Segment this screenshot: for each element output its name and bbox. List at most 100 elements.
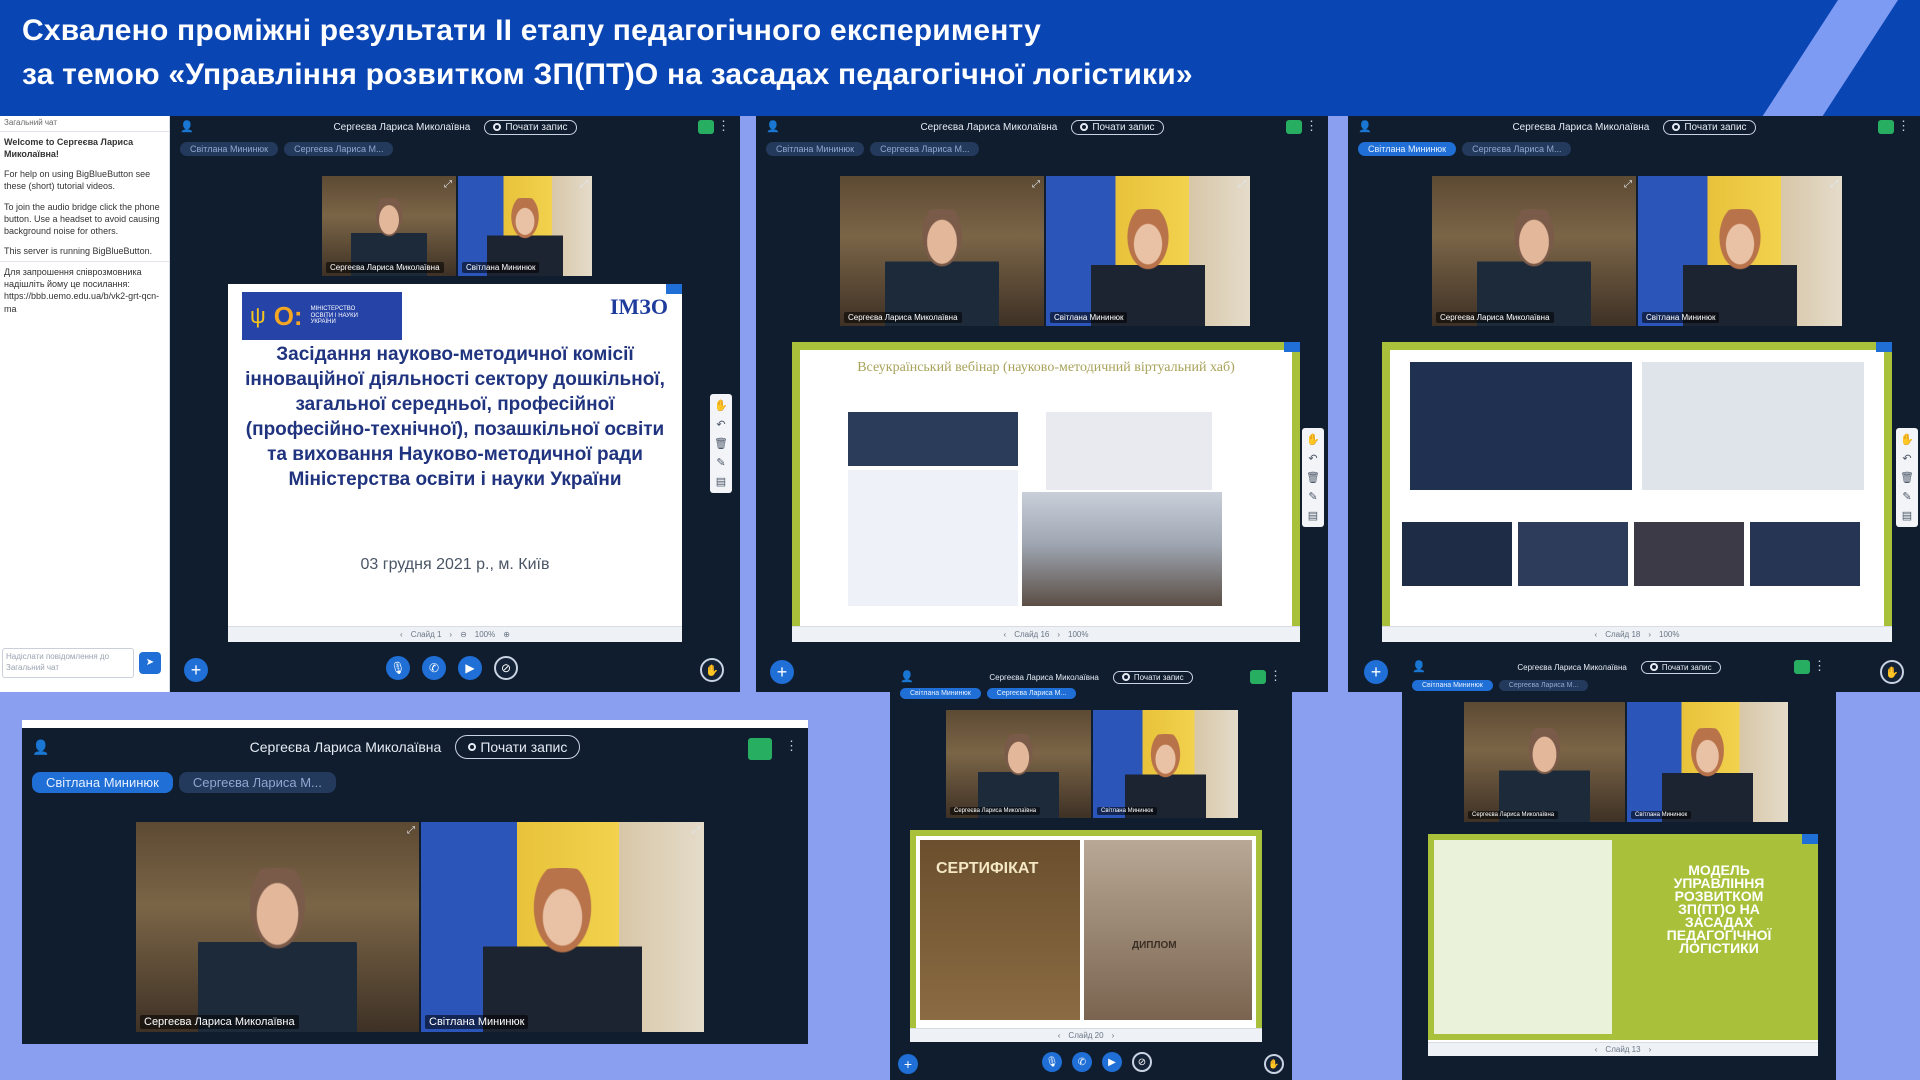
next-slide-button[interactable]: ›: [449, 630, 452, 639]
connection-icon[interactable]: [1250, 670, 1266, 684]
plus-icon[interactable]: +: [1364, 660, 1388, 684]
plus-icon[interactable]: +: [770, 660, 794, 684]
hand-icon[interactable]: ✋: [1264, 1054, 1284, 1074]
zoom-in-button[interactable]: ⊕: [503, 630, 510, 639]
webcam-video[interactable]: Світлана Мининюк: [1093, 710, 1238, 818]
webcam-video[interactable]: Сергеєва Лариса Миколаївна ⤢: [322, 176, 456, 276]
next-slide-button[interactable]: ›: [1057, 630, 1060, 639]
prev-slide-button[interactable]: ‹: [400, 630, 403, 639]
slide-selector[interactable]: Слайд 16: [1014, 630, 1049, 639]
record-button[interactable]: Почати запис: [484, 119, 577, 135]
record-button[interactable]: Почати запис: [1663, 119, 1756, 135]
pencil-icon[interactable]: ✎: [1308, 490, 1317, 503]
kebab-icon[interactable]: ⋮: [717, 118, 730, 134]
hand-icon[interactable]: ✋: [1900, 433, 1914, 446]
slide-selector[interactable]: Слайд 20: [1068, 1031, 1103, 1040]
fullscreen-icon[interactable]: ⤢: [1830, 179, 1838, 190]
prev-slide-button[interactable]: ‹: [1004, 630, 1007, 639]
connection-icon[interactable]: [698, 120, 714, 134]
user-icon[interactable]: 👤: [180, 120, 194, 134]
trash-icon[interactable]: 🗑: [714, 437, 728, 450]
fullscreen-icon[interactable]: ⤢: [692, 825, 700, 836]
webcam-video[interactable]: Сергеєва Лариса Миколаївна: [1464, 702, 1625, 822]
kebab-icon[interactable]: ⋮: [1269, 668, 1282, 684]
trash-icon[interactable]: 🗑: [1306, 471, 1320, 484]
webcam-video[interactable]: Сергеєва Лариса Миколаївна: [946, 710, 1091, 818]
user-icon[interactable]: 👤: [766, 120, 780, 134]
undo-icon[interactable]: ↶: [1902, 452, 1911, 465]
webcam-video[interactable]: Світлана Мининюк: [1627, 702, 1788, 822]
conference-window-1: 👤 Сергеєва Лариса Миколаївна Почати запи…: [170, 116, 740, 692]
kebab-icon[interactable]: ⋮: [1305, 118, 1318, 134]
mic-icon[interactable]: 🎙: [386, 656, 410, 680]
chat-message-input[interactable]: Надіслати повідомлення до Загальний чат: [2, 648, 134, 678]
mic-icon[interactable]: 🎙: [1042, 1052, 1062, 1072]
webcam-video[interactable]: Світлана Мининюк ⤢: [421, 822, 704, 1032]
kebab-icon[interactable]: ⋮: [1897, 118, 1910, 134]
user-icon[interactable]: 👤: [1412, 660, 1426, 674]
webcam-video[interactable]: Світлана Мининюк ⤢: [1046, 176, 1250, 326]
next-slide-button[interactable]: ›: [1648, 630, 1651, 639]
kebab-icon[interactable]: ⋮: [1813, 658, 1826, 674]
zoom-out-button[interactable]: ⊖: [460, 630, 467, 639]
slide-selector[interactable]: Слайд 1: [411, 630, 442, 639]
slide-selector[interactable]: Слайд 18: [1605, 630, 1640, 639]
connection-icon[interactable]: [748, 738, 772, 760]
webcam-video[interactable]: Сергеєва Лариса Миколаївна ⤢: [840, 176, 1044, 326]
user-icon[interactable]: 👤: [900, 670, 914, 684]
fullscreen-icon[interactable]: ⤢: [407, 825, 415, 836]
webcam-video[interactable]: Сергеєва Лариса Миколаївна ⤢: [136, 822, 419, 1032]
plus-icon[interactable]: +: [184, 658, 208, 682]
record-button[interactable]: Почати запис: [455, 735, 581, 759]
slide-selector[interactable]: Слайд 13: [1605, 1045, 1640, 1054]
hand-icon[interactable]: ✋: [1306, 433, 1320, 446]
fullscreen-icon[interactable]: ⤢: [580, 179, 588, 190]
record-button[interactable]: Почати запис: [1071, 119, 1164, 135]
next-slide-button[interactable]: ›: [1649, 1045, 1652, 1054]
hand-icon[interactable]: ✋: [700, 658, 724, 682]
connection-icon[interactable]: [1794, 660, 1810, 674]
participant-video: [1476, 209, 1592, 326]
user-icon[interactable]: 👤: [1358, 120, 1372, 134]
undo-icon[interactable]: ↶: [716, 418, 725, 431]
record-button[interactable]: Почати запис: [1112, 670, 1193, 684]
chart-icon[interactable]: ▤: [716, 475, 726, 488]
next-slide-button[interactable]: ›: [1112, 1031, 1115, 1040]
minimize-presentation-button[interactable]: [666, 284, 682, 294]
minimize-presentation-button[interactable]: [1284, 342, 1300, 352]
connection-icon[interactable]: [1286, 120, 1302, 134]
hand-icon[interactable]: ✋: [714, 399, 728, 412]
prev-slide-button[interactable]: ‹: [1595, 630, 1598, 639]
user-icon[interactable]: 👤: [32, 739, 49, 755]
prev-slide-button[interactable]: ‹: [1058, 1031, 1061, 1040]
chart-icon[interactable]: ▤: [1308, 509, 1318, 522]
phone-icon[interactable]: ✆: [1072, 1052, 1092, 1072]
plus-icon[interactable]: +: [898, 1054, 918, 1074]
phone-icon[interactable]: ✆: [422, 656, 446, 680]
trash-icon[interactable]: 🗑: [1900, 471, 1914, 484]
record-button[interactable]: Почати запис: [1640, 660, 1721, 674]
screenshare-icon[interactable]: ⊘: [494, 656, 518, 680]
hand-icon[interactable]: ✋: [1880, 660, 1904, 684]
webcam-video[interactable]: Сергеєва Лариса Миколаївна ⤢: [1432, 176, 1636, 326]
fullscreen-icon[interactable]: ⤢: [1032, 179, 1040, 190]
camera-icon[interactable]: ▶: [458, 656, 482, 680]
send-icon[interactable]: ➤: [139, 652, 161, 674]
webcam-video[interactable]: Світлана Мининюк ⤢: [458, 176, 592, 276]
pencil-icon[interactable]: ✎: [1902, 490, 1911, 503]
kebab-icon[interactable]: ⋮: [785, 738, 798, 754]
minimize-presentation-button[interactable]: [1876, 342, 1892, 352]
fullscreen-icon[interactable]: ⤢: [444, 179, 452, 190]
screenshare-icon[interactable]: ⊘: [1132, 1052, 1152, 1072]
prev-slide-button[interactable]: ‹: [1595, 1045, 1598, 1054]
minimize-presentation-button[interactable]: [1802, 834, 1818, 844]
pencil-icon[interactable]: ✎: [716, 456, 725, 469]
fullscreen-icon[interactable]: ⤢: [1624, 179, 1632, 190]
record-icon: [1649, 663, 1658, 671]
camera-icon[interactable]: ▶: [1102, 1052, 1122, 1072]
fullscreen-icon[interactable]: ⤢: [1238, 179, 1246, 190]
connection-icon[interactable]: [1878, 120, 1894, 134]
webcam-video[interactable]: Світлана Мининюк ⤢: [1638, 176, 1842, 326]
chart-icon[interactable]: ▤: [1902, 509, 1912, 522]
undo-icon[interactable]: ↶: [1308, 452, 1317, 465]
